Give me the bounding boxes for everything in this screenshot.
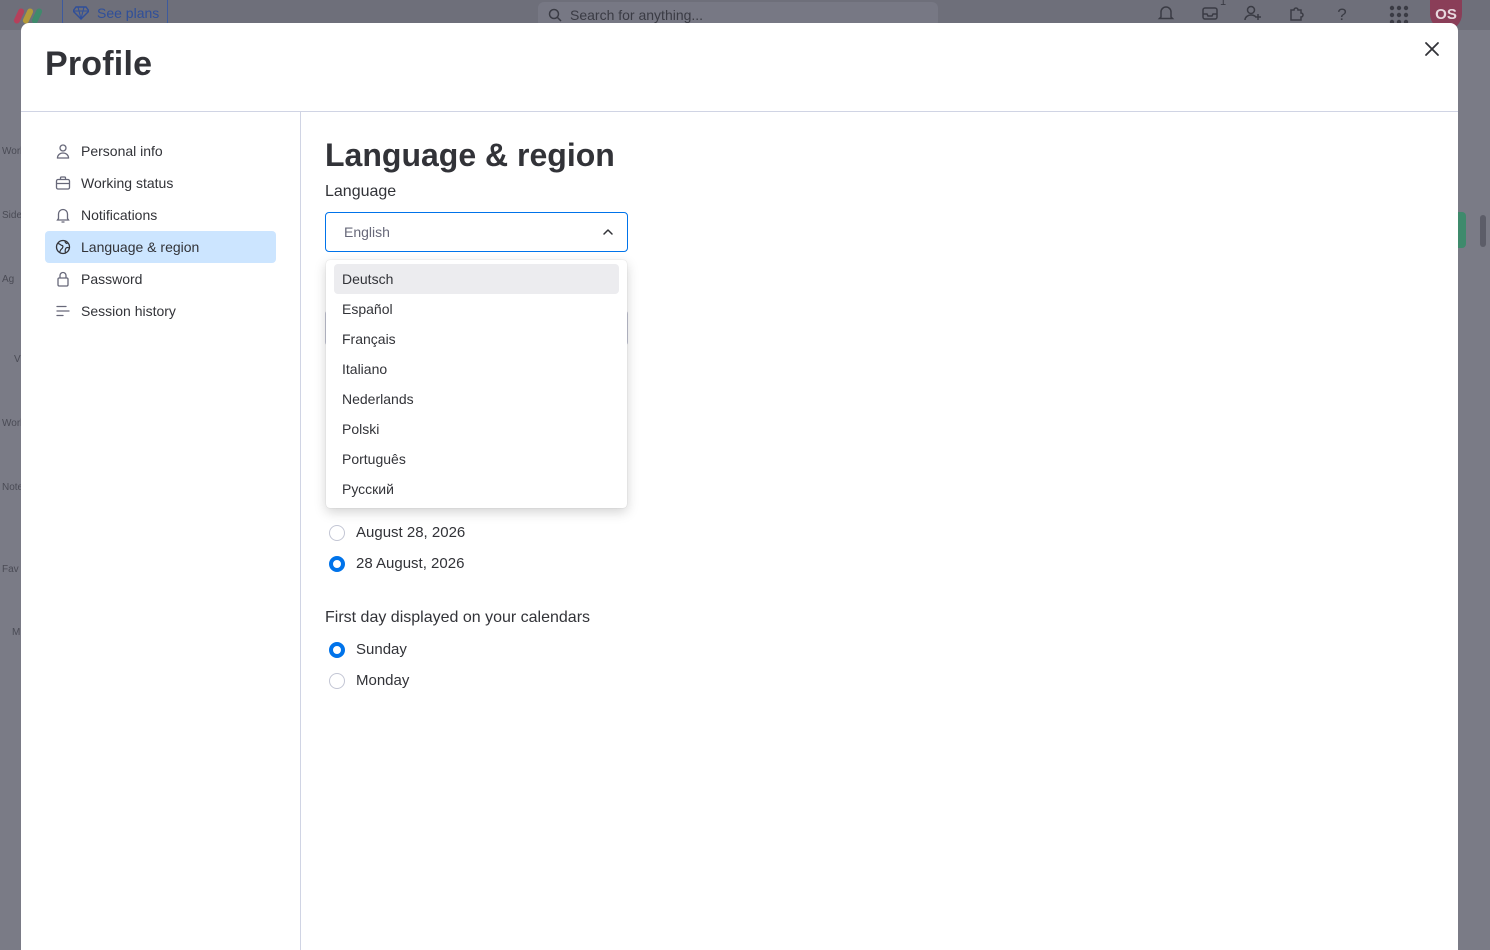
sidebar-item-label: Password [81, 271, 143, 287]
person-icon [55, 143, 71, 159]
radio-label: Sunday [356, 641, 407, 658]
bg-side-label: Side [2, 210, 23, 221]
page-title: Language & region [325, 137, 615, 173]
first-day-option-sunday[interactable]: Sunday [329, 641, 407, 658]
language-select-value: English [344, 224, 390, 240]
radio-button[interactable] [329, 641, 345, 658]
language-option-deutsch[interactable]: Deutsch [334, 264, 619, 294]
search-placeholder: Search for anything... [570, 7, 704, 23]
sidebar-item-label: Notifications [81, 207, 158, 223]
bg-side-label: V [14, 354, 21, 365]
briefcase-icon [55, 175, 71, 191]
inbox-badge: 1 [1220, 0, 1227, 8]
radio-button[interactable] [329, 555, 345, 572]
sidebar-item-password[interactable]: Password [45, 263, 276, 295]
language-option-polski[interactable]: Polski [334, 414, 619, 444]
diamond-icon [73, 5, 89, 20]
background-accent [1458, 212, 1466, 248]
see-plans-label: See plans [97, 4, 160, 21]
sidebar-item-label: Personal info [81, 143, 163, 159]
language-label: Language [325, 183, 397, 200]
radio-label: Monday [356, 672, 410, 689]
language-dropdown-menu: Deutsch Español Français Italiano Nederl… [326, 260, 627, 508]
sidebar-item-label: Working status [81, 175, 174, 191]
sidebar-item-session-history[interactable]: Session history [45, 295, 276, 327]
radio-button[interactable] [329, 524, 345, 541]
sidebar-item-working-status[interactable]: Working status [45, 167, 276, 199]
background-scrollbar [1480, 215, 1486, 247]
bell-icon [55, 207, 71, 223]
list-icon [55, 303, 71, 319]
globe-icon [55, 239, 71, 255]
radio-label: August 28, 2026 [356, 524, 466, 541]
sidebar-item-personal-info[interactable]: Personal info [45, 135, 276, 167]
search-icon [548, 8, 562, 22]
bg-side-label: Ag [2, 274, 15, 285]
modal-title: Profile [45, 45, 153, 83]
language-option-espanol[interactable]: Español [334, 294, 619, 324]
sidebar-item-language-region[interactable]: Language & region [45, 231, 276, 263]
app-logo [12, 6, 44, 25]
bg-side-label: Fav [2, 564, 19, 575]
chevron-up-icon [601, 225, 615, 242]
sidebar-item-label: Language & region [81, 239, 200, 255]
language-option-italiano[interactable]: Italiano [334, 354, 619, 384]
radio-label: 28 August, 2026 [356, 555, 465, 572]
language-option-francais[interactable]: Français [334, 324, 619, 354]
date-format-option-day-first[interactable]: 28 August, 2026 [329, 555, 464, 572]
bg-side-label: M [12, 627, 21, 638]
language-option-portugues[interactable]: Português [334, 444, 619, 474]
language-option-nederlands[interactable]: Nederlands [334, 384, 619, 414]
background-sidebar: Work Side Ag V Work Note Fav M [0, 30, 25, 950]
sidebar-item-label: Session history [81, 303, 176, 319]
sidebar-item-notifications[interactable]: Notifications [45, 199, 276, 231]
lock-icon [55, 271, 71, 287]
first-day-label: First day displayed on your calendars [325, 609, 591, 626]
bg-side-label: Note [2, 482, 24, 493]
profile-sidebar: Personal info Working status Notificatio… [21, 112, 301, 950]
first-day-option-monday[interactable]: Monday [329, 672, 409, 689]
language-select[interactable]: English [325, 212, 628, 252]
language-region-panel: Language & region Language English Deuts… [325, 112, 1425, 950]
profile-modal: Profile Personal info Working status Not… [21, 23, 1458, 950]
date-format-option-month-first[interactable]: August 28, 2026 [329, 524, 465, 541]
language-option-russian[interactable]: Русский [334, 474, 619, 504]
modal-header: Profile [21, 23, 1458, 112]
radio-button[interactable] [329, 672, 345, 689]
close-button[interactable] [1416, 33, 1448, 65]
close-icon [1425, 42, 1439, 56]
